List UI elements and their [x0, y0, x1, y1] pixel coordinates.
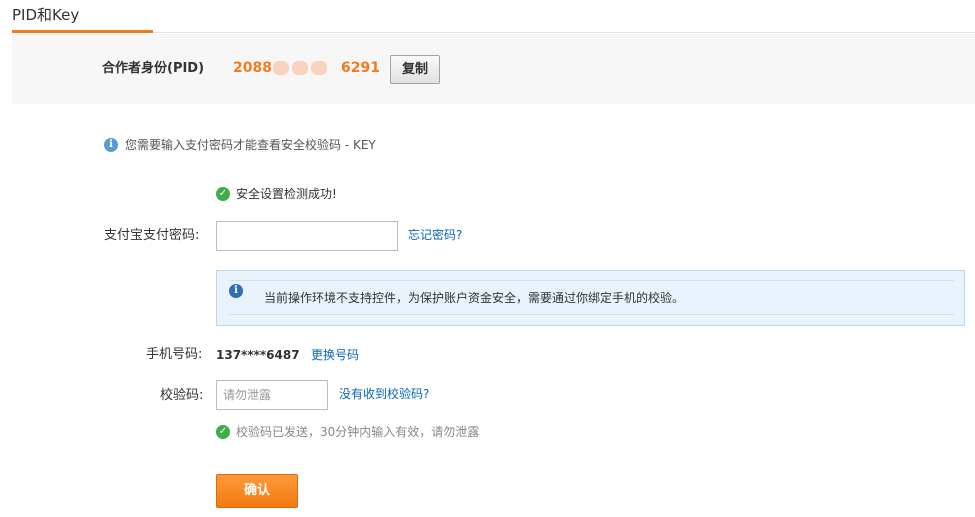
confirm-button[interactable]: 确认: [216, 474, 298, 508]
info-circle-icon: i: [104, 138, 118, 152]
no-code-received-link[interactable]: 没有收到校验码?: [339, 386, 429, 402]
pid-redacted-mask: [273, 59, 343, 77]
security-success-text: 安全设置检测成功!: [236, 187, 337, 201]
change-phone-link[interactable]: 更换号码: [311, 347, 359, 363]
payment-password-input[interactable]: [216, 221, 398, 251]
forgot-password-link[interactable]: 忘记密码?: [408, 227, 462, 243]
pid-label: 合作者身份(PID): [102, 61, 205, 76]
password-label: 支付宝支付密码:: [104, 228, 200, 243]
pid-value-prefix: 2088: [233, 60, 272, 76]
verification-code-input[interactable]: [216, 380, 328, 410]
code-label: 校验码:: [160, 388, 204, 403]
notice-text: 当前操作环境不支持控件，为保护账户资金安全，需要通过你绑定手机的校验。: [264, 291, 685, 305]
pid-value-suffix: 6291: [341, 60, 380, 76]
tab-pid-key[interactable]: PID和Key: [12, 5, 79, 25]
phone-number-value: 137****6487: [216, 348, 300, 362]
check-circle-icon: ✓: [216, 425, 230, 439]
tab-divider: [153, 32, 975, 33]
info-circle-icon: i: [229, 284, 243, 298]
check-circle-icon: ✓: [216, 187, 230, 201]
copy-pid-button[interactable]: 复制: [390, 55, 440, 84]
phone-label: 手机号码:: [146, 347, 203, 362]
info-tip-text: 您需要输入支付密码才能查看安全校验码 - KEY: [125, 138, 376, 152]
code-sent-note: 校验码已发送，30分钟内输入有效，请勿泄露: [236, 425, 480, 439]
tab-active-indicator: [12, 30, 153, 33]
